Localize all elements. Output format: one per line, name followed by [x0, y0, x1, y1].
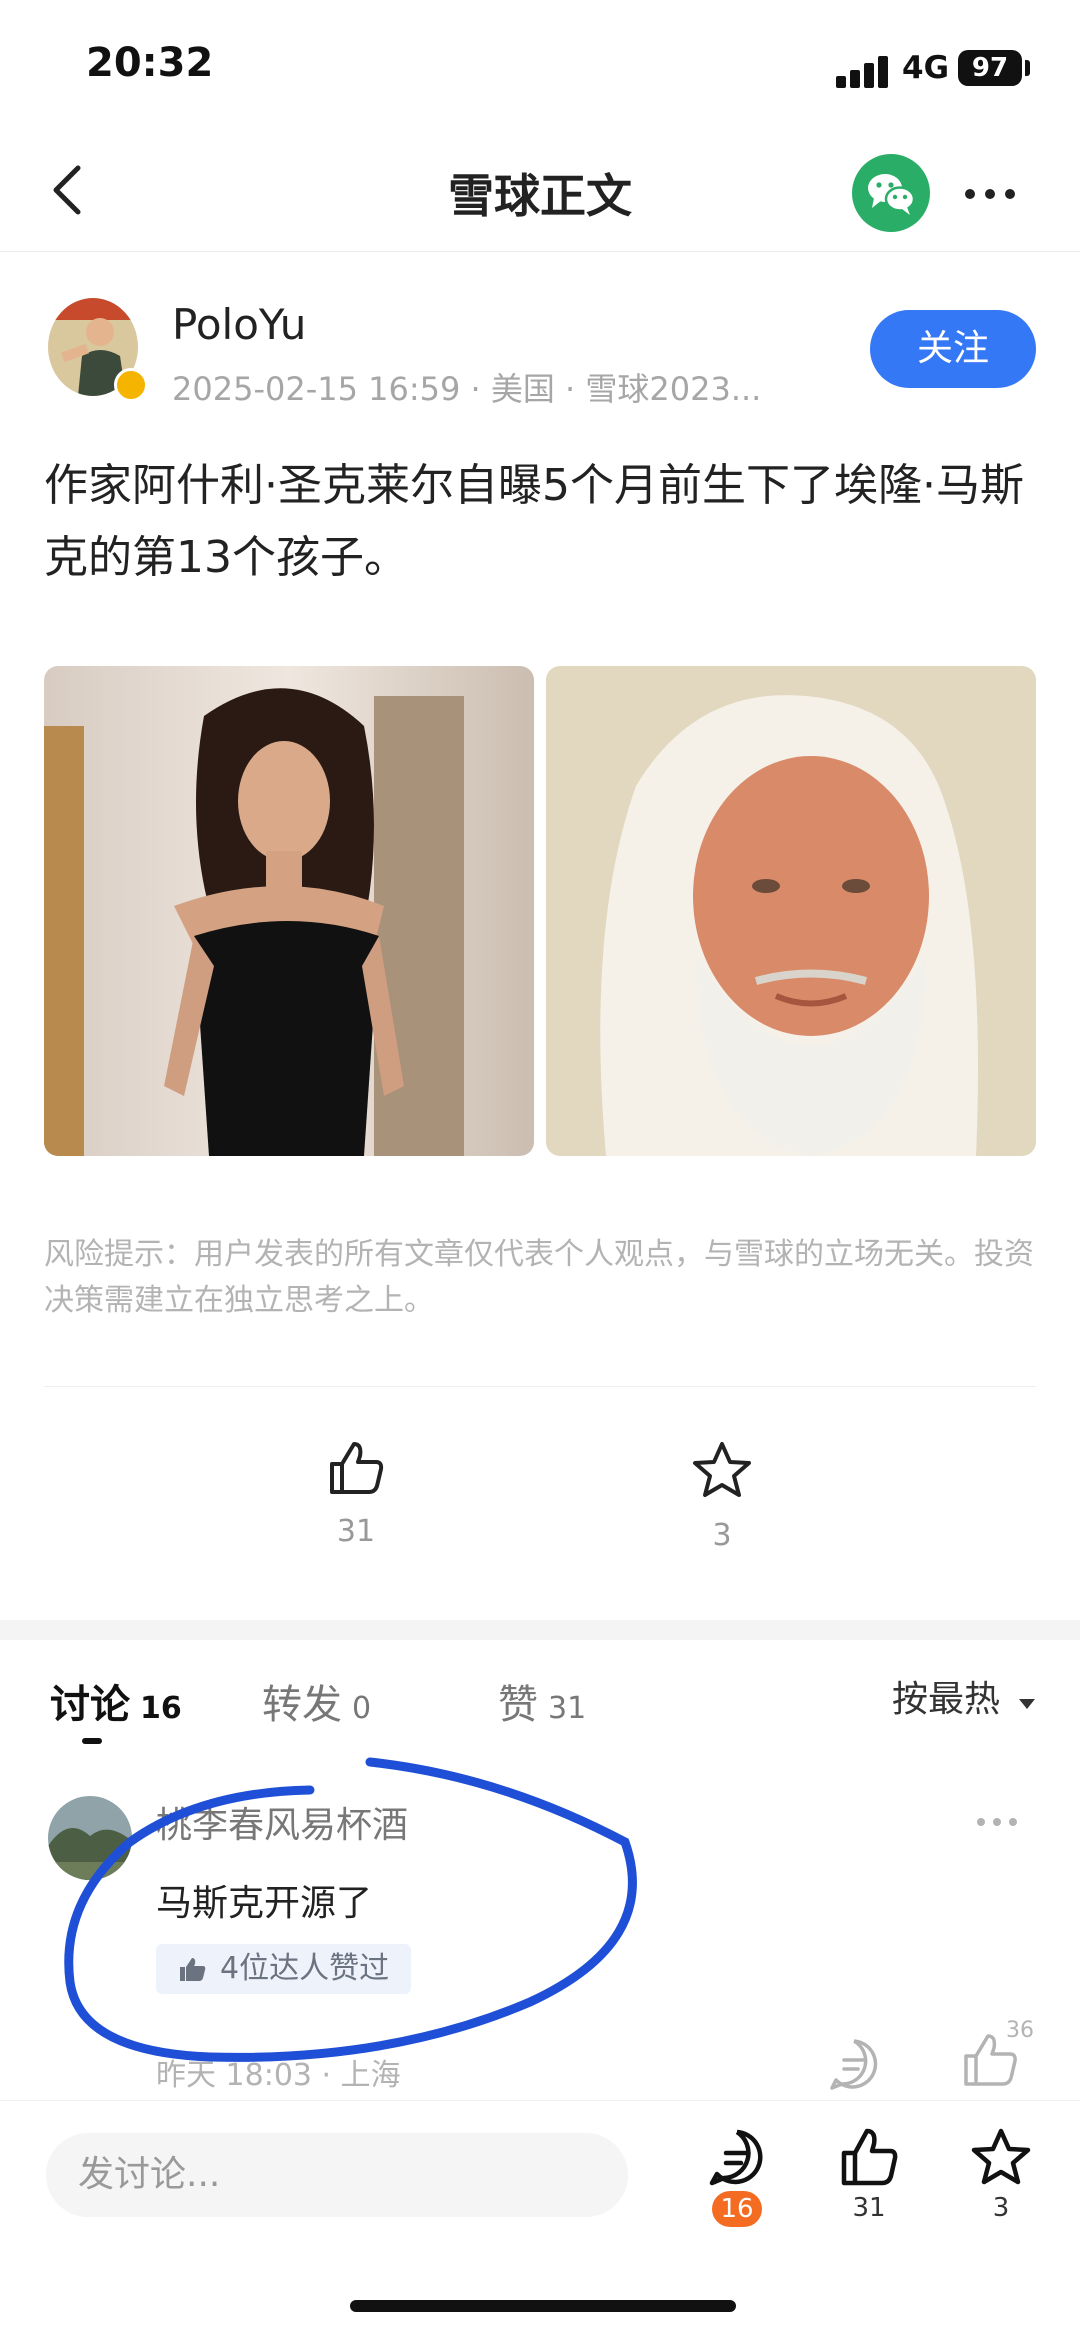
commenter-name[interactable]: 桃李春风易杯酒 [156, 1796, 408, 1848]
post-text: 作家阿什利·圣克莱尔自曝5个月前生下了埃隆·马斯克的第13个孩子。 [44, 460, 1024, 583]
tab-indicator [82, 1738, 102, 1744]
comment-text: 马斯克开源了 [156, 1883, 373, 1924]
star-icon [693, 1442, 751, 1497]
section-gap [0, 1620, 1080, 1640]
author-meta: 2025-02-15 16:59 · 美国 · 雪球2023... [172, 370, 762, 408]
more-icon [977, 1818, 1017, 1826]
star-icon [971, 2128, 1031, 2185]
bottom-like-count: 31 [852, 2193, 886, 2223]
bottom-comment-button[interactable]: 16 [692, 2127, 782, 2227]
expert-likes-badge[interactable]: 4位达人赞过 [156, 1944, 412, 1994]
more-icon [965, 189, 1015, 199]
post-like-button[interactable]: 31 [296, 1440, 416, 1549]
comment-more-button[interactable] [974, 1812, 1020, 1832]
home-indicator [350, 2300, 736, 2312]
caret-down-icon [1019, 1699, 1036, 1709]
bottom-favorite-button[interactable]: 3 [956, 2127, 1046, 2223]
comment-time: 昨天 18:03 · 上海 [156, 2058, 401, 2093]
thumbs-up-icon [180, 1958, 206, 1981]
tab-discussion[interactable]: 讨论 16 [50, 1672, 182, 1730]
battery-icon: 97 [958, 50, 1022, 86]
sort-dropdown[interactable]: 按最热 [892, 1670, 1037, 1722]
nav-bar: 雪球正文 [0, 130, 1080, 252]
comment-icon [709, 2129, 763, 2186]
wechat-icon [868, 174, 916, 215]
discussion-input[interactable]: 发讨论... [46, 2133, 628, 2217]
wechat-share-button[interactable] [852, 154, 930, 232]
battery-tip [1025, 60, 1030, 76]
tab-label: 赞 [498, 1682, 538, 1728]
portrait-painting [546, 666, 1036, 1156]
tab-label: 讨论 [50, 1682, 130, 1728]
more-button[interactable] [960, 174, 1020, 214]
thumbs-up-icon [841, 2128, 898, 2186]
comment-icon [830, 2039, 878, 2090]
sort-label: 按最热 [892, 1679, 1001, 1720]
comment-like-count: 36 [1006, 2018, 1034, 2043]
network-type: 4G [902, 50, 950, 86]
comment-count-badge: 16 [712, 2191, 762, 2227]
follow-button[interactable]: 关注 [870, 310, 1036, 388]
author-name[interactable]: PoloYu [172, 300, 306, 349]
risk-notice: 风险提示：用户发表的所有文章仅代表个人观点，与雪球的立场无关。投资决策需建立在独… [44, 1237, 1034, 1318]
bottom-favorite-count: 3 [992, 2193, 1010, 2223]
tab-count: 31 [548, 1691, 587, 1726]
tab-repost[interactable]: 转发 0 [262, 1672, 371, 1730]
signal-icon [836, 54, 892, 88]
post-like-count: 31 [336, 1514, 376, 1549]
comment-reply-button[interactable] [826, 2036, 882, 2092]
divider [44, 1386, 1036, 1387]
avatar-image [48, 1796, 132, 1880]
woman-photo [44, 666, 534, 1156]
verified-badge-icon [114, 368, 148, 402]
status-time: 20:32 [86, 40, 214, 86]
badge-label: 4位达人赞过 [220, 1951, 390, 1986]
tab-count: 16 [140, 1691, 182, 1726]
tab-label: 转发 [262, 1682, 342, 1728]
status-bar: 20:32 4G 97 [0, 0, 1080, 130]
post-favorite-button[interactable]: 3 [662, 1440, 782, 1553]
tab-count: 0 [352, 1691, 372, 1726]
post-favorite-count: 3 [712, 1518, 732, 1553]
post-image-1[interactable] [44, 666, 534, 1156]
bottom-like-button[interactable]: 31 [824, 2127, 914, 2223]
post-image-2[interactable] [546, 666, 1036, 1156]
commenter-avatar[interactable] [48, 1796, 132, 1880]
thumbs-up-icon [330, 1442, 384, 1494]
tab-likes[interactable]: 赞 31 [498, 1672, 586, 1730]
